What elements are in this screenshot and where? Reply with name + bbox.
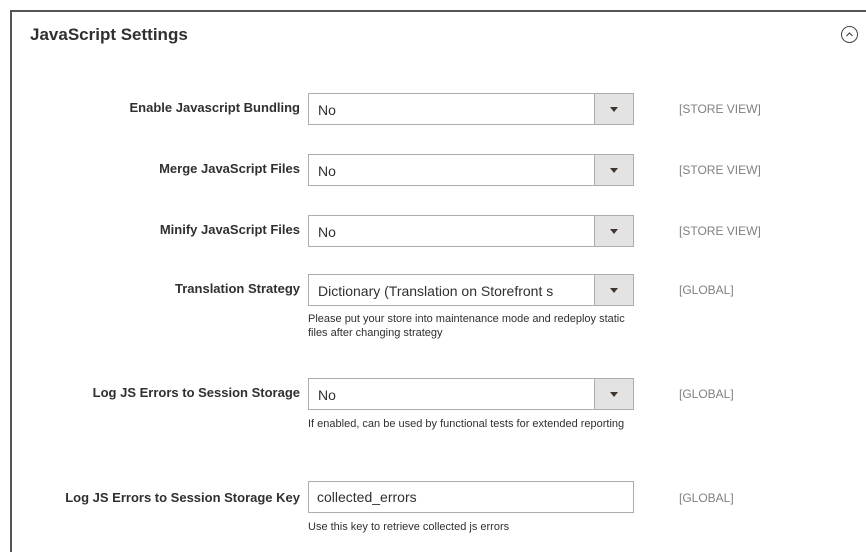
dropdown-button[interactable]	[594, 275, 633, 305]
field-note: Use this key to retrieve collected js er…	[308, 521, 510, 533]
dropdown-button[interactable]	[594, 155, 633, 185]
select-value: No	[318, 224, 336, 240]
translation-strategy-select[interactable]: Dictionary (Translation on Storefront s	[308, 274, 634, 306]
field-note: If enabled, can be used by functional te…	[308, 418, 625, 430]
select-value: No	[318, 102, 336, 118]
javascript-settings-panel: JavaScript Settings Enable Javascript Bu…	[10, 10, 866, 552]
scope-label: [STORE VIEW]	[679, 102, 761, 116]
field-label: Log JS Errors to Session Storage Key	[65, 490, 300, 505]
dropdown-button[interactable]	[594, 216, 633, 246]
select-value: No	[318, 163, 336, 179]
chevron-down-icon	[610, 107, 618, 112]
section-title: JavaScript Settings	[30, 25, 188, 44]
select-value: Dictionary (Translation on Storefront s	[318, 283, 554, 299]
chevron-down-icon	[610, 288, 618, 293]
chevron-down-icon	[610, 168, 618, 173]
log-js-errors-key-input[interactable]	[308, 481, 634, 513]
chevron-down-icon	[610, 229, 618, 234]
chevron-up-circle-icon[interactable]	[841, 26, 858, 43]
scope-label: [GLOBAL]	[679, 491, 734, 505]
field-note: Please put your store into maintenance m…	[308, 313, 625, 339]
section-header[interactable]: JavaScript Settings	[12, 12, 866, 60]
field-label: Log JS Errors to Session Storage	[92, 385, 300, 400]
scope-label: [GLOBAL]	[679, 387, 734, 401]
log-js-errors-select[interactable]: No	[308, 378, 634, 410]
field-label: Merge JavaScript Files	[159, 161, 300, 176]
enable-js-bundling-select[interactable]: No	[308, 93, 634, 125]
dropdown-button[interactable]	[594, 94, 633, 124]
scope-label: [GLOBAL]	[679, 283, 734, 297]
minify-js-files-select[interactable]: No	[308, 215, 634, 247]
scope-label: [STORE VIEW]	[679, 163, 761, 177]
field-label: Minify JavaScript Files	[159, 222, 300, 237]
field-label: Enable Javascript Bundling	[129, 100, 301, 115]
chevron-down-icon	[610, 392, 618, 397]
merge-js-files-select[interactable]: No	[308, 154, 634, 186]
dropdown-button[interactable]	[594, 379, 633, 409]
field-label: Translation Strategy	[175, 281, 300, 296]
scope-label: [STORE VIEW]	[679, 224, 761, 238]
select-value: No	[318, 387, 336, 403]
